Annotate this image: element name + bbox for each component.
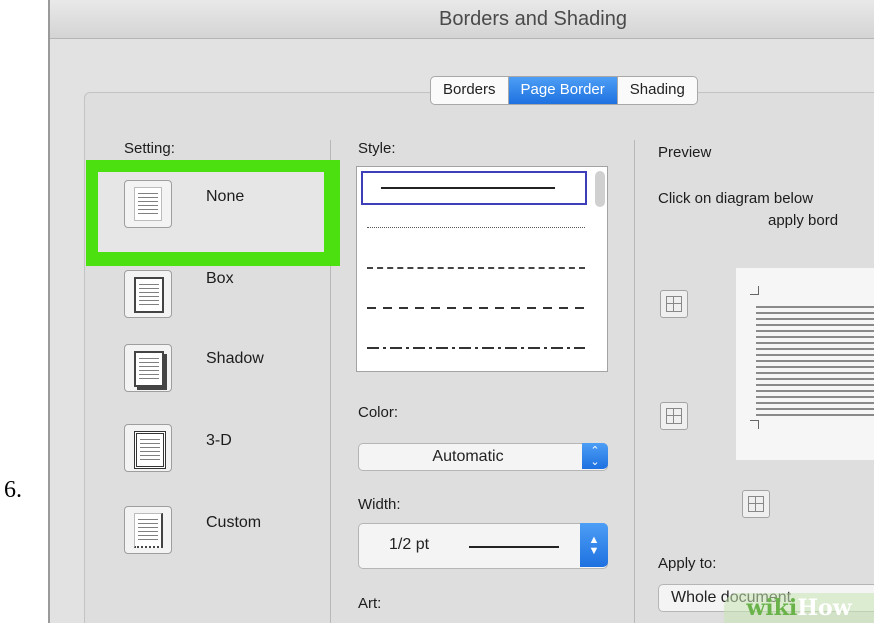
color-value: Automatic (432, 448, 504, 465)
corner-mark-bottom (750, 420, 759, 429)
color-label: Color: (358, 404, 399, 421)
width-value: 1/2 pt (389, 536, 430, 553)
preview-label: Preview (658, 144, 712, 161)
setting-3d-icon[interactable] (124, 424, 172, 472)
tab-bar: Borders Page Border Shading (430, 76, 698, 105)
width-line-sample (469, 546, 559, 548)
setting-box-icon[interactable] (124, 270, 172, 318)
setting-shadow-icon[interactable] (124, 344, 172, 392)
color-popup[interactable]: Automatic ⌃ ⌄ (358, 443, 608, 471)
tab-borders[interactable]: Borders (431, 77, 509, 104)
width-label: Width: (358, 496, 401, 513)
divider-right (634, 140, 635, 623)
setting-none-icon[interactable] (124, 180, 172, 228)
title-bar: Borders and Shading (50, 0, 874, 39)
top-border-button[interactable] (660, 290, 688, 318)
left-border-button[interactable] (742, 490, 770, 518)
style-item-dotted[interactable] (367, 227, 585, 228)
wikihow-watermark: wikiHow (724, 593, 874, 623)
style-item-dashed-small[interactable] (367, 267, 585, 269)
preview-text-lines (756, 306, 874, 418)
setting-box-label[interactable]: Box (206, 270, 234, 288)
width-popup[interactable]: 1/2 pt ▲ ▼ (358, 523, 608, 569)
setting-label: Setting: (124, 140, 175, 157)
style-list[interactable] (356, 166, 608, 372)
setting-custom-icon[interactable] (124, 506, 172, 554)
style-scrollbar[interactable] (595, 171, 605, 207)
setting-none-label[interactable]: None (206, 188, 244, 206)
apply-to-label: Apply to: (658, 555, 717, 572)
preview-instruction-1: Click on diagram below (658, 190, 814, 207)
preview-diagram[interactable] (736, 268, 874, 460)
width-stepper-icon[interactable]: ▲ ▼ (580, 523, 608, 567)
art-label: Art: (358, 595, 382, 612)
style-item-dashed[interactable] (367, 307, 585, 309)
tab-shading[interactable]: Shading (618, 77, 697, 104)
style-item-solid-selected[interactable] (361, 171, 587, 205)
style-label: Style: (358, 140, 396, 157)
setting-shadow-label[interactable]: Shadow (206, 350, 264, 368)
chevron-updown-icon: ⌃ ⌄ (582, 443, 608, 469)
step-number: 6. (4, 477, 22, 503)
dialog-title: Borders and Shading (439, 8, 627, 30)
corner-mark-top (750, 286, 759, 295)
setting-custom-label[interactable]: Custom (206, 514, 261, 532)
bottom-border-button[interactable] (660, 402, 688, 430)
tab-page-border[interactable]: Page Border (508, 77, 618, 104)
style-item-dash-dot[interactable] (367, 347, 585, 349)
preview-instruction-2: apply bord (768, 212, 839, 229)
setting-3d-label[interactable]: 3-D (206, 432, 232, 450)
